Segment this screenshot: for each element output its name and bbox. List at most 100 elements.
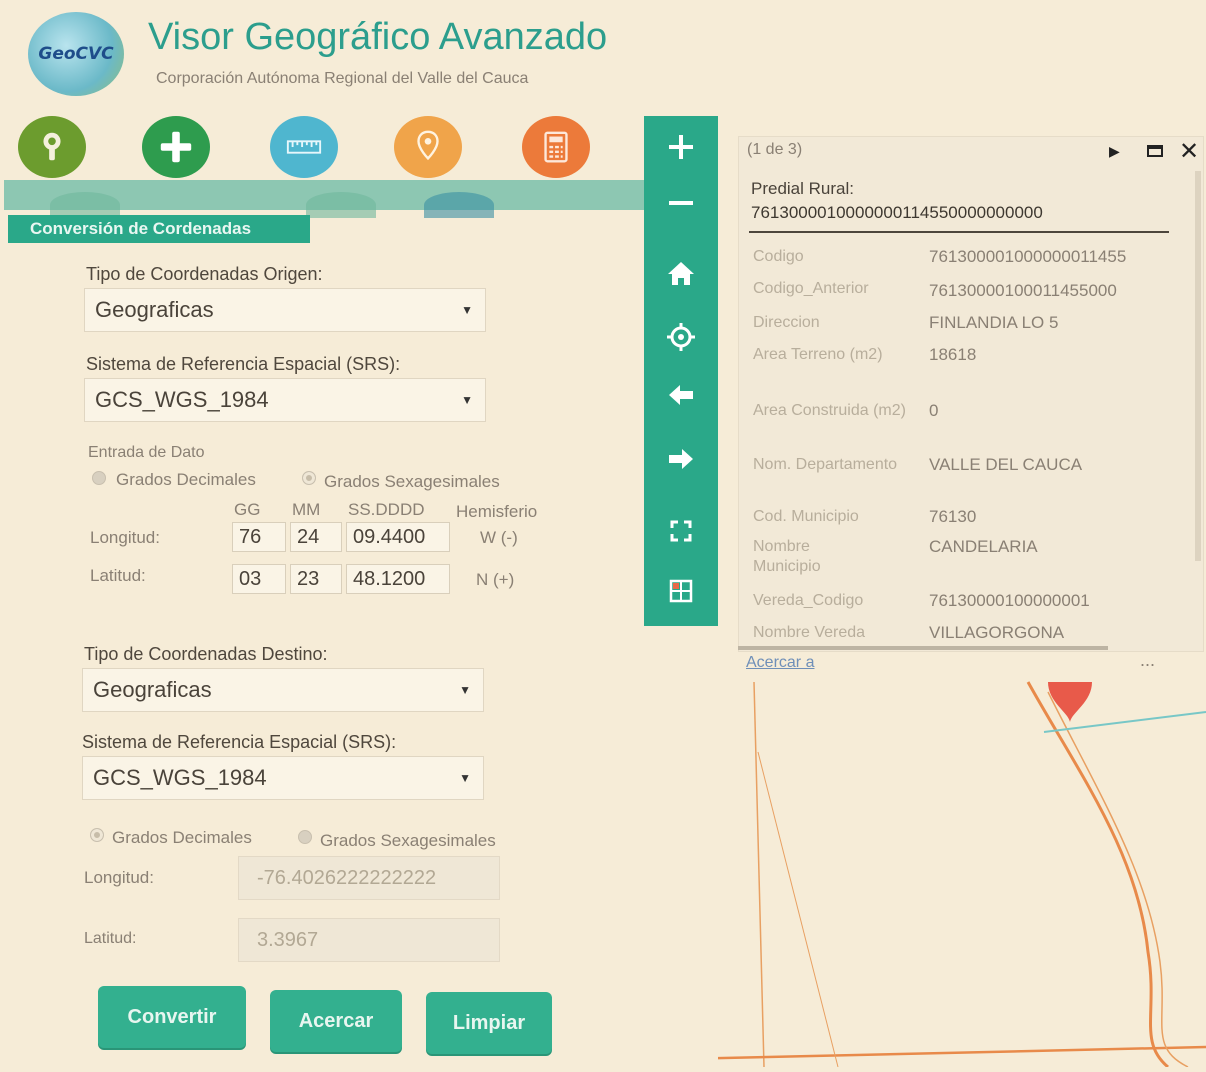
locate-button[interactable] bbox=[644, 308, 718, 366]
attr-name: Cod. Municipio bbox=[753, 508, 859, 525]
maximize-icon[interactable] bbox=[1147, 145, 1163, 157]
zoom-to-link[interactable]: Acercar a bbox=[746, 654, 814, 672]
radio-sexagesimal[interactable] bbox=[302, 471, 316, 485]
back-arrow-icon bbox=[669, 385, 693, 405]
popup-title-line2: 7613000010000000114550000000000 bbox=[751, 203, 1043, 222]
dest-radio-sexagesimal[interactable] bbox=[298, 830, 312, 844]
attr-value: 76130000100000001 bbox=[929, 591, 1090, 610]
radio-decimal[interactable] bbox=[92, 471, 106, 485]
more-options-icon[interactable]: ... bbox=[1140, 650, 1155, 671]
zoom-out-icon bbox=[669, 201, 693, 205]
convert-button[interactable]: Convertir bbox=[98, 986, 246, 1048]
app-title: Visor Geográfico Avanzado bbox=[148, 16, 608, 58]
popup-title-line1: Predial Rural: bbox=[751, 179, 854, 198]
attr-name: Codigo_Anterior bbox=[753, 280, 869, 297]
attr-value: 76130 bbox=[929, 507, 977, 526]
origin-type-label: Tipo de Coordenadas Origen: bbox=[86, 264, 323, 284]
lon-mm-input[interactable]: 24 bbox=[290, 522, 342, 552]
dest-srs-label: Sistema de Referencia Espacial (SRS): bbox=[82, 732, 397, 752]
info-tool-button[interactable] bbox=[18, 116, 86, 178]
attr-value: CANDELARIA bbox=[929, 537, 1038, 556]
radio-sexagesimal-label: Grados Sexagesimales bbox=[324, 472, 500, 491]
col-mm: MM bbox=[292, 500, 321, 519]
map-canvas[interactable] bbox=[637, 652, 1206, 1069]
popup-pager: (1 de 3) bbox=[747, 141, 803, 158]
map-toolbar bbox=[644, 116, 718, 626]
lon-gg-input[interactable]: 76 bbox=[232, 522, 286, 552]
col-gg: GG bbox=[234, 500, 261, 519]
measure-tool-button[interactable] bbox=[270, 116, 338, 178]
fullscreen-button[interactable] bbox=[644, 502, 718, 560]
fullscreen-icon bbox=[670, 520, 692, 542]
attr-name: Nom. Departamento bbox=[753, 456, 898, 473]
attr-name: Codigo bbox=[753, 248, 804, 265]
origin-srs-value: GCS_WGS_1984 bbox=[95, 387, 269, 412]
dest-type-label: Tipo de Coordenadas Destino: bbox=[84, 644, 328, 664]
attr-value: 18618 bbox=[929, 345, 977, 364]
popup-footer-divider bbox=[738, 646, 1108, 650]
input-label: Entrada de Dato bbox=[88, 444, 205, 461]
plus-icon bbox=[160, 131, 192, 163]
home-icon bbox=[668, 262, 694, 285]
lat-label: Latitud: bbox=[90, 566, 146, 585]
zoom-out-button[interactable] bbox=[644, 174, 718, 232]
app-subtitle: Corporación Autónoma Regional del Valle … bbox=[156, 70, 529, 87]
dest-srs-value: GCS_WGS_1984 bbox=[93, 765, 267, 790]
lon-hemisphere: W (-) bbox=[480, 528, 518, 547]
attr-value: 761300001000000011455 bbox=[929, 247, 1127, 266]
calculator-icon bbox=[544, 131, 568, 163]
ruler-icon bbox=[286, 140, 322, 154]
chevron-down-icon: ▼ bbox=[459, 771, 471, 785]
lat-mm-input[interactable]: 23 bbox=[290, 564, 342, 594]
zoom-button[interactable]: Acercar bbox=[270, 990, 402, 1052]
lat-gg-input[interactable]: 03 bbox=[232, 564, 286, 594]
close-icon[interactable]: ✕ bbox=[1179, 137, 1199, 166]
lon-ss-input[interactable]: 09.4400 bbox=[346, 522, 450, 552]
tool-shadow bbox=[424, 192, 494, 218]
home-button[interactable] bbox=[644, 244, 718, 302]
col-hemisphere: Hemisferio bbox=[456, 502, 538, 521]
layers-button[interactable] bbox=[644, 562, 718, 620]
dest-lon-label: Longitud: bbox=[84, 868, 154, 887]
attr-value: 0 bbox=[929, 401, 939, 420]
calculator-tool-button[interactable] bbox=[522, 116, 590, 178]
attr-name: Area Construida (m2) bbox=[753, 402, 906, 419]
locate-tool-button[interactable] bbox=[394, 116, 462, 178]
zoom-in-icon bbox=[669, 135, 693, 159]
lat-ss-input[interactable]: 48.1200 bbox=[346, 564, 450, 594]
dest-lat-output: 3.3967 bbox=[238, 918, 500, 962]
lat-hemisphere: N (+) bbox=[476, 570, 515, 589]
dest-radio-decimal[interactable] bbox=[90, 828, 104, 842]
clear-button[interactable]: Limpiar bbox=[426, 992, 552, 1054]
dest-lon-output: -76.4026222222222 bbox=[238, 856, 500, 900]
back-button[interactable] bbox=[644, 366, 718, 424]
col-ss: SS.DDDD bbox=[348, 500, 425, 519]
origin-srs-select[interactable]: GCS_WGS_1984 ▼ bbox=[84, 378, 486, 422]
attr-name: Nombre Municipio bbox=[753, 538, 821, 575]
location-pin-icon bbox=[417, 130, 439, 161]
chevron-down-icon: ▼ bbox=[461, 303, 473, 317]
popup-scrollbar[interactable] bbox=[1195, 171, 1201, 561]
radio-decimal-label: Grados Decimales bbox=[116, 470, 256, 489]
attr-value: 76130000100011455000 bbox=[929, 281, 1117, 300]
attr-value: FINLANDIA LO 5 bbox=[929, 313, 1059, 332]
chevron-down-icon: ▼ bbox=[461, 393, 473, 407]
forward-button[interactable] bbox=[644, 430, 718, 488]
attr-name: Vereda_Codigo bbox=[753, 592, 864, 609]
next-feature-icon[interactable]: ▶ bbox=[1109, 143, 1120, 160]
attr-value: VALLE DEL CAUCA bbox=[929, 455, 1083, 474]
zoom-in-button[interactable] bbox=[644, 118, 718, 176]
dest-type-select[interactable]: Geograficas ▼ bbox=[82, 668, 484, 712]
attr-value: VILLAGORGONA bbox=[929, 623, 1065, 642]
dest-srs-select[interactable]: GCS_WGS_1984 ▼ bbox=[82, 756, 484, 800]
origin-srs-label: Sistema de Referencia Espacial (SRS): bbox=[86, 354, 401, 374]
app-logo: GeoCVC bbox=[28, 12, 124, 96]
dest-lat-label: Latitud: bbox=[84, 930, 137, 947]
attr-name: Direccion bbox=[753, 314, 820, 331]
forward-arrow-icon bbox=[669, 449, 693, 469]
popup-separator bbox=[749, 231, 1169, 233]
lon-label: Longitud: bbox=[90, 528, 160, 547]
origin-type-select[interactable]: Geograficas ▼ bbox=[84, 288, 486, 332]
attr-name: Area Terreno (m2) bbox=[753, 346, 883, 363]
add-tool-button[interactable] bbox=[142, 116, 210, 178]
